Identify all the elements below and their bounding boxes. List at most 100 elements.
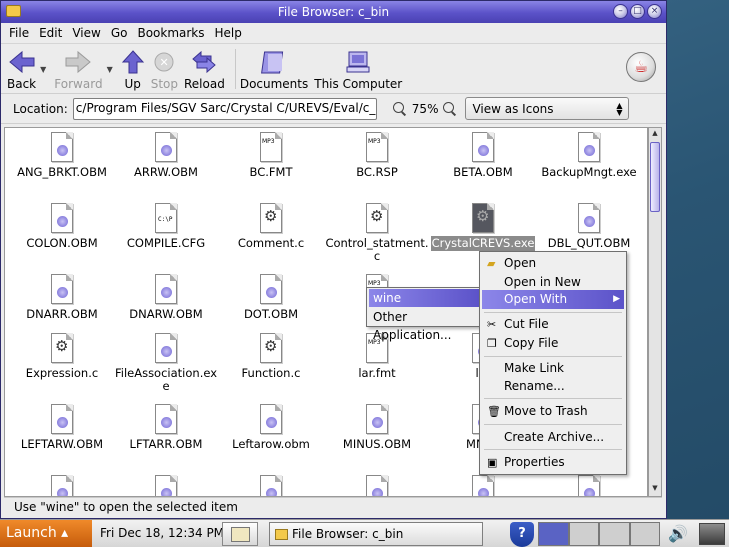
menu-item-create-archive[interactable]: Create Archive...	[482, 428, 624, 447]
menu-item-rename[interactable]: Rename...	[482, 377, 624, 396]
file-name: ANG_BRKT.OBM	[17, 165, 107, 179]
file-item[interactable]: ARRW.OBM	[113, 132, 219, 180]
file-item[interactable]: Expression.c	[9, 333, 115, 381]
taskbar-window-button[interactable]: File Browser: c_bin	[269, 522, 483, 546]
file-item[interactable]: BETA.OBM	[430, 132, 536, 180]
file-item[interactable]: Function.c	[218, 333, 324, 381]
menu-item-cut-file[interactable]: ✂ Cut File	[482, 315, 624, 334]
menu-item-open[interactable]: ▰ Open	[482, 254, 624, 273]
minimize-button[interactable]: –	[613, 4, 628, 19]
menu-item-make-link[interactable]: Make Link	[482, 359, 624, 378]
file-item[interactable]: Comment.c	[218, 203, 324, 251]
file-item[interactable]: Control_statment.c	[324, 203, 430, 264]
file-icon[interactable]	[578, 475, 600, 496]
file-name: FileAssociation.exe	[114, 366, 218, 393]
file-item[interactable]: COLON.OBM	[9, 203, 115, 251]
menu-item-open-with[interactable]: Open With ▶	[482, 290, 624, 309]
vertical-scrollbar[interactable]: ▲ ▼	[648, 127, 662, 497]
menu-edit[interactable]: Edit	[39, 26, 62, 40]
documents-button[interactable]: Documents	[240, 47, 308, 91]
back-button[interactable]: Back	[7, 47, 36, 91]
file-icon[interactable]	[260, 475, 282, 496]
computer-icon	[346, 51, 370, 73]
workspace-3[interactable]	[599, 522, 630, 546]
file-icon[interactable]	[366, 475, 388, 496]
forward-button[interactable]: Forward	[54, 47, 103, 91]
scroll-down-arrow-icon[interactable]: ▼	[650, 484, 660, 495]
menu-item-properties[interactable]: ▣ Properties	[482, 453, 624, 472]
file-name: ARRW.OBM	[134, 165, 198, 179]
zoom-out-icon[interactable]	[392, 101, 407, 116]
network-monitor-icon[interactable]	[699, 523, 725, 545]
launch-button[interactable]: Launch ▴	[0, 520, 92, 547]
svg-text:✕: ✕	[160, 56, 169, 69]
menu-help[interactable]: Help	[215, 26, 242, 40]
close-button[interactable]: ×	[647, 4, 662, 19]
file-item[interactable]: BC.FMT	[218, 132, 324, 180]
back-arrow-icon	[8, 50, 35, 74]
security-shield-icon[interactable]: ?	[510, 522, 534, 547]
file-item[interactable]: FileAssociation.exe	[113, 333, 219, 394]
obm-file-icon	[155, 333, 177, 363]
context-menu: ▰Open Open in New Window Open With▶ ✂Cut…	[479, 251, 627, 475]
zoom-level[interactable]: 75%	[412, 102, 439, 116]
menu-bookmarks[interactable]: Bookmarks	[137, 26, 204, 40]
gear-file-icon	[51, 333, 73, 363]
menu-go[interactable]: Go	[111, 26, 128, 40]
zoom-in-icon[interactable]	[443, 101, 457, 116]
file-item[interactable]: CrystalCREVS.exe	[430, 203, 536, 251]
workspace-pager[interactable]	[538, 522, 660, 546]
view-as-select[interactable]: View as Icons ▲ ▼	[465, 97, 630, 120]
clock[interactable]: Fri Dec 18, 12:34 PM	[100, 526, 224, 540]
file-item[interactable]: MINUS.OBM	[324, 404, 430, 452]
show-desktop-button[interactable]	[222, 522, 258, 546]
file-item[interactable]: LFTARR.OBM	[113, 404, 219, 452]
up-button[interactable]: Up	[121, 47, 145, 91]
submenu-item-wine[interactable]: wine	[369, 289, 479, 307]
file-icon[interactable]	[155, 475, 177, 496]
file-item[interactable]: Leftarow.obm	[218, 404, 324, 452]
properties-icon: ▣	[487, 456, 498, 469]
file-item[interactable]: BackupMngt.exe	[536, 132, 642, 180]
file-item[interactable]: DOT.OBM	[218, 274, 324, 322]
menu-item-move-to-trash[interactable]: 🗑 Move to Trash	[482, 402, 624, 421]
stop-button[interactable]: ✕ Stop	[151, 47, 178, 91]
forward-history-dropdown[interactable]: ▼	[107, 65, 113, 74]
menu-item-cut-file-label: Cut File	[504, 317, 549, 331]
reload-button[interactable]: Reload	[184, 47, 225, 91]
file-icon[interactable]	[51, 475, 73, 496]
location-bar: Location: c/Program Files/SGV Sarc/Cryst…	[1, 94, 666, 124]
location-input[interactable]: c/Program Files/SGV Sarc/Crystal C/UREVS…	[72, 97, 377, 120]
workspace-1[interactable]	[538, 522, 569, 546]
file-item[interactable]: DNARW.OBM	[113, 274, 219, 322]
up-arrow-icon	[121, 50, 144, 74]
menu-item-open-label: Open	[504, 256, 537, 270]
forward-label: Forward	[54, 77, 103, 91]
file-icon[interactable]	[472, 475, 494, 496]
file-name: COLON.OBM	[26, 236, 98, 250]
menu-view[interactable]: View	[72, 26, 100, 40]
file-name: BETA.OBM	[453, 165, 513, 179]
file-name: Comment.c	[237, 236, 305, 250]
file-item[interactable]: DBL_QUT.OBM	[536, 203, 642, 251]
menu-file[interactable]: File	[9, 26, 29, 40]
menu-item-copy-file[interactable]: ❐ Copy File	[482, 334, 624, 353]
workspace-2[interactable]	[568, 522, 599, 546]
back-history-dropdown[interactable]: ▼	[40, 65, 46, 74]
scroll-up-arrow-icon[interactable]: ▲	[650, 129, 660, 140]
obm-file-icon	[260, 404, 282, 434]
file-item[interactable]: ANG_BRKT.OBM	[9, 132, 115, 180]
workspace-4[interactable]	[629, 522, 660, 546]
title-bar[interactable]: File Browser: c_bin – □ ×	[1, 1, 666, 23]
scrollbar-thumb[interactable]	[650, 142, 660, 212]
file-item[interactable]: BC.RSP	[324, 132, 430, 180]
file-item[interactable]: COMPILE.CFG	[113, 203, 219, 251]
this-computer-button[interactable]: This Computer	[314, 47, 402, 91]
file-item[interactable]: DNARR.OBM	[9, 274, 115, 322]
maximize-button[interactable]: □	[630, 4, 645, 19]
menu-item-rename-label: Rename...	[504, 379, 565, 393]
file-item[interactable]: LEFTARW.OBM	[9, 404, 115, 452]
volume-icon[interactable]: 🔊	[668, 524, 688, 543]
taskbar: Launch ▴ Fri Dec 18, 12:34 PM File Brows…	[0, 519, 729, 547]
submenu-item-other-application[interactable]: Other Application...	[369, 308, 479, 342]
